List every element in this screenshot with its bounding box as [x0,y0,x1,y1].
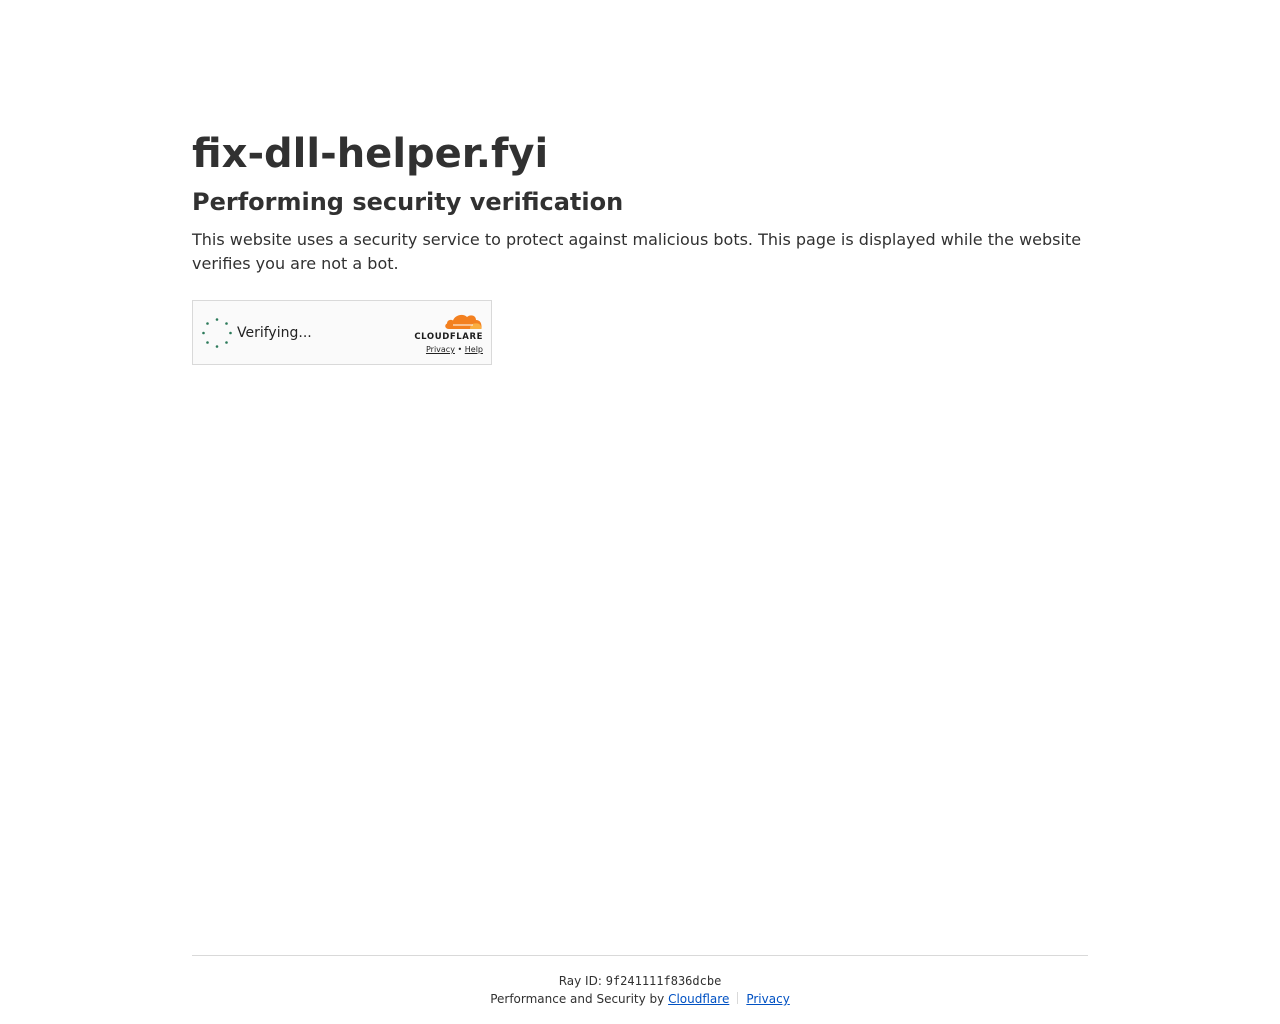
main-content: fix-dll-helper.fyi Performing security v… [192,128,1088,276]
description: This website uses a security service to … [192,230,1082,273]
link-separator: • [457,345,463,354]
footer-separator [737,992,739,1004]
footer: Ray ID: 9f241111f836dcbe Performance and… [192,972,1088,1008]
spinner-icon [202,318,232,348]
widget-links: Privacy • Help [403,345,483,355]
verifying-status: Verifying... [237,325,312,341]
cloudflare-wordmark: CLOUDFLARE [414,332,483,342]
widget-help-link[interactable]: Help [465,345,483,354]
cloudflare-brand: CLOUDFLARE Privacy • Help [403,311,483,355]
cloudflare-logo-icon [445,314,482,329]
performance-text: Performance and Security by [490,992,665,1006]
cloudflare-link[interactable]: Cloudflare [668,992,729,1006]
ray-id-label: Ray ID: [558,974,602,988]
challenge-page: fix-dll-helper.fyi Performing security v… [0,0,1280,1024]
turnstile-widget[interactable]: Verifying... CLOUDFLARE Privacy • Help [192,300,492,365]
footer-divider [192,955,1088,956]
footer-privacy-link[interactable]: Privacy [746,992,789,1006]
ray-id-value: 9f241111f836dcbe [605,974,722,988]
site-title: fix-dll-helper.fyi [192,131,549,177]
footer-links-line: Performance and Security by Cloudflare Pr… [192,990,1088,1008]
page-heading: Performing security verification [192,188,624,216]
ray-id-line: Ray ID: 9f241111f836dcbe [192,972,1088,990]
widget-privacy-link[interactable]: Privacy [426,345,455,354]
